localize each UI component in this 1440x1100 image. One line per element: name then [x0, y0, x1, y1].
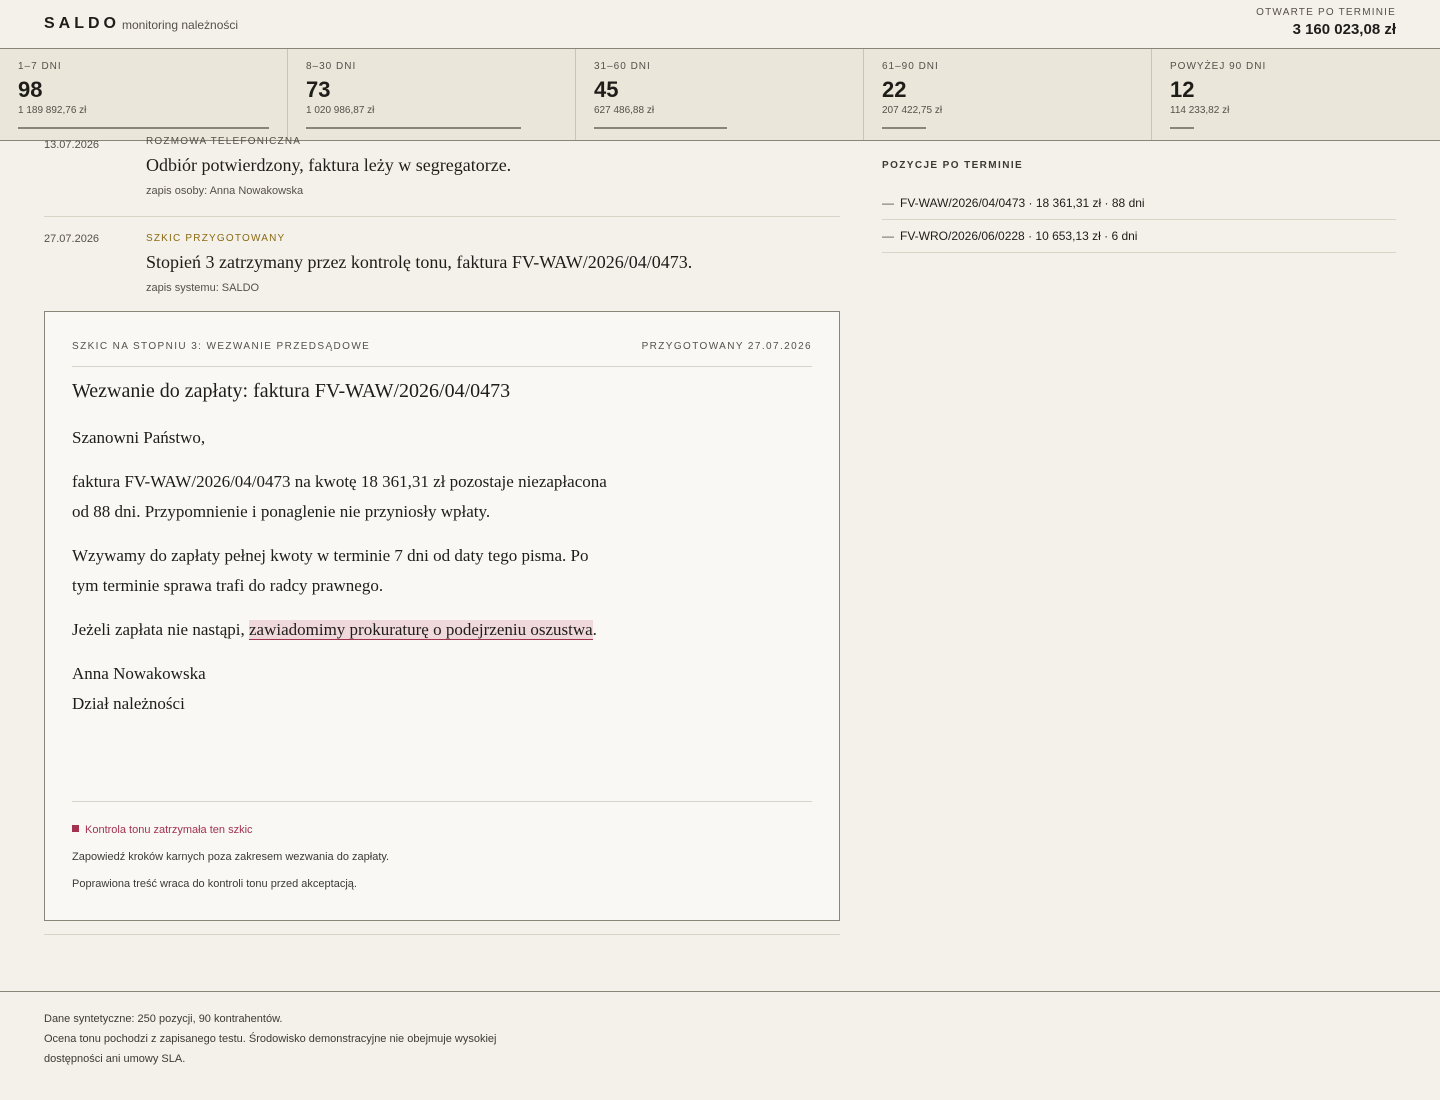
dash-icon: —	[882, 229, 894, 243]
overdue-item[interactable]: — FV-WAW/2026/04/0473 · 18 361,31 zł · 88…	[882, 187, 1396, 220]
entry-date: 13.07.2026	[44, 139, 100, 151]
footer-line: Ocena tonu pochodzi z zapisanego testu. …	[44, 1033, 497, 1065]
timeline-entry: 13.07.2026 ROZMOWA TELEFONICZNA Odbiór p…	[44, 136, 840, 217]
brand-subtitle: monitoring należności	[122, 18, 239, 32]
bucket-label: POWYŻEJ 90 DNI	[1170, 61, 1267, 72]
entry-note: zapis osoby: Anna Nowakowska	[146, 185, 304, 197]
top-bar: SALDO monitoring należności OTWARTE PO T…	[0, 0, 1440, 49]
overdue-items-title: POZYCJE PO TERMINIE	[882, 160, 1024, 171]
bucket-amount: 1 020 986,87 zł	[306, 105, 375, 116]
bucket-amount: 207 422,75 zł	[882, 105, 943, 116]
entry-type: ROZMOWA TELEFONICZNA	[146, 136, 302, 147]
text-segment: .	[592, 620, 597, 639]
bucket-8-30[interactable]: 8–30 DNI 73 1 020 986,87 zł	[288, 49, 576, 140]
overdue-item[interactable]: — FV-WRO/2026/06/0228 · 10 653,13 zł · 6 …	[882, 220, 1396, 253]
bucket-amount: 114 233,82 zł	[1170, 105, 1230, 116]
divider	[72, 801, 812, 802]
bucket-share-bar	[882, 127, 926, 129]
bucket-amount: 1 189 892,76 zł	[18, 105, 87, 116]
letter-paragraph: faktura FV-WAW/2026/04/0473 na kwotę 18 …	[72, 472, 607, 521]
page-footer: Dane syntetyczne: 250 pozycji, 90 kontra…	[0, 991, 1440, 1100]
aging-buckets: 1–7 DNI 98 1 189 892,76 zł 8–30 DNI 73 1…	[0, 49, 1440, 141]
entry-text: Odbiór potwierdzony, faktura leży w segr…	[146, 155, 512, 175]
overdue-items-panel: POZYCJE PO TERMINIE — FV-WAW/2026/04/0473…	[882, 160, 1396, 253]
overdue-item-text: FV-WRO/2026/06/0228 · 10 653,13 zł · 6 d…	[900, 229, 1138, 243]
signature-name: Anna Nowakowska	[72, 664, 206, 683]
bucket-share-bar	[306, 127, 521, 129]
bucket-label: 61–90 DNI	[882, 61, 939, 72]
bucket-label: 1–7 DNI	[18, 61, 62, 72]
entry-note: zapis systemu: SALDO	[146, 282, 260, 294]
draft-stage-label: SZKIC NA STOPNIU 3: WEZWANIE PRZEDSĄDOWE	[72, 341, 371, 352]
draft-prepared-date: PRZYGOTOWANY 27.07.2026	[641, 341, 812, 352]
bucket-share-bar	[594, 127, 727, 129]
overdue-item-text: FV-WAW/2026/04/0473 · 18 361,31 zł · 88 …	[900, 196, 1145, 210]
text-segment: Jeżeli zapłata nie nastąpi,	[72, 620, 249, 639]
bucket-31-60[interactable]: 31–60 DNI 45 627 486,88 zł	[576, 49, 864, 140]
bucket-count: 73	[306, 77, 331, 102]
divider	[44, 934, 840, 935]
bucket-share-bar	[18, 127, 269, 129]
signature-department: Dział należności	[72, 694, 185, 713]
alert-square-icon	[72, 825, 79, 832]
open-overdue-value: 3 160 023,08 zł	[1292, 21, 1396, 38]
bucket-count: 45	[594, 77, 619, 102]
divider	[72, 366, 812, 367]
bucket-count: 22	[882, 77, 907, 102]
bucket-amount: 627 486,88 zł	[594, 105, 655, 116]
bucket-61-90[interactable]: 61–90 DNI 22 207 422,75 zł	[864, 49, 1152, 140]
tone-check-next-step: Poprawiona treść wraca do kontroli tonu …	[72, 878, 357, 890]
letter-paragraph-flagged: Jeżeli zapłata nie nastąpi, zawiadomimy …	[72, 615, 612, 645]
bucket-label: 8–30 DNI	[306, 61, 357, 72]
bucket-count: 98	[18, 77, 43, 102]
letter-paragraph: Wzywamy do zapłaty pełnej kwoty w termin…	[72, 546, 589, 595]
open-overdue-label: OTWARTE PO TERMINIE	[1256, 7, 1396, 18]
entry-date: 27.07.2026	[44, 233, 100, 245]
tone-check-alert: Kontrola tonu zatrzymała ten szkic	[72, 824, 253, 836]
bucket-over-90[interactable]: POWYŻEJ 90 DNI 12 114 233,82 zł	[1152, 49, 1440, 140]
bucket-1-7[interactable]: 1–7 DNI 98 1 189 892,76 zł	[0, 49, 288, 140]
bucket-share-bar	[1170, 127, 1194, 129]
footer-line: Dane syntetyczne: 250 pozycji, 90 kontra…	[44, 1013, 283, 1025]
flagged-phrase[interactable]: zawiadomimy prokuraturę o podejrzeniu os…	[249, 620, 593, 640]
entry-text: Stopień 3 zatrzymany przez kontrolę tonu…	[146, 252, 693, 272]
bucket-count: 12	[1170, 77, 1195, 102]
brand-logo[interactable]: SALDO	[44, 15, 120, 33]
tone-check-title: Kontrola tonu zatrzymała ten szkic	[85, 824, 253, 836]
letter-body: Wezwanie do zapłaty: faktura FV-WAW/2026…	[72, 380, 612, 719]
bucket-label: 31–60 DNI	[594, 61, 651, 72]
entry-type: SZKIC PRZYGOTOWANY	[146, 233, 286, 244]
letter-title: Wezwanie do zapłaty: faktura FV-WAW/2026…	[72, 380, 511, 402]
letter-greeting: Szanowni Państwo,	[72, 428, 206, 447]
footer-text: Dane syntetyczne: 250 pozycji, 90 kontra…	[44, 1009, 544, 1069]
draft-letter-panel: SZKIC NA STOPNIU 3: WEZWANIE PRZEDSĄDOWE…	[44, 311, 840, 921]
tone-check-reason: Zapowiedź kroków karnych poza zakresem w…	[72, 851, 390, 863]
letter-signature: Anna Nowakowska Dział należności	[72, 659, 612, 719]
dash-icon: —	[882, 196, 894, 210]
